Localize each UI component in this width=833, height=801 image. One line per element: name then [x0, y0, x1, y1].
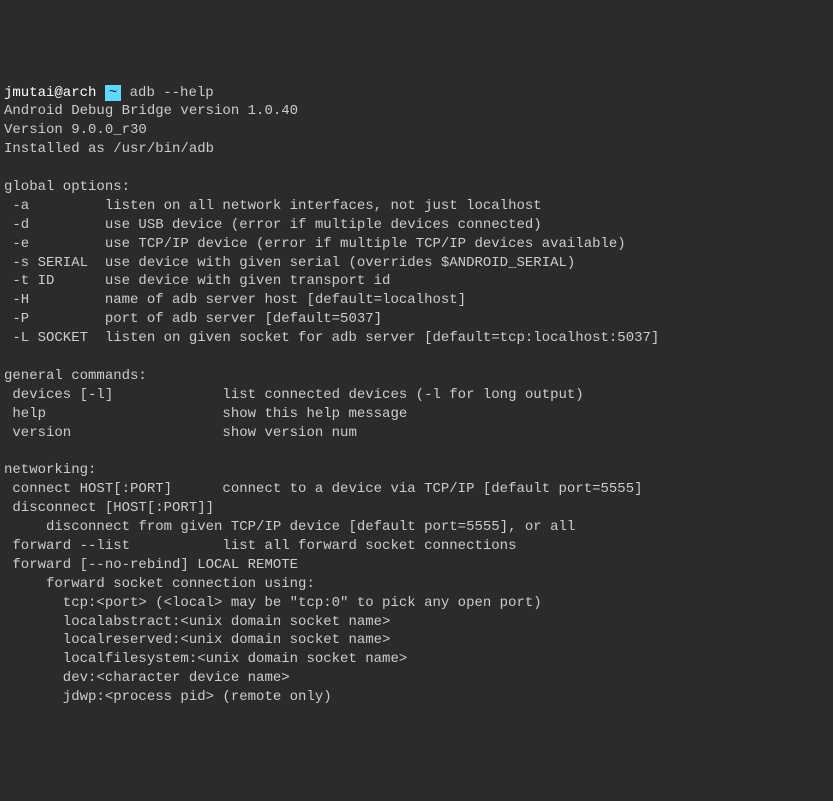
output-line: jdwp:<process pid> (remote only): [4, 688, 829, 707]
output-line: Installed as /usr/bin/adb: [4, 140, 829, 159]
output-line: localfilesystem:<unix domain socket name…: [4, 650, 829, 669]
output-line: -e use TCP/IP device (error if multiple …: [4, 235, 829, 254]
output-line: disconnect from given TCP/IP device [def…: [4, 518, 829, 537]
output-line: forward [--no-rebind] LOCAL REMOTE: [4, 556, 829, 575]
prompt-tilde: ~: [105, 85, 121, 101]
output-line: -s SERIAL use device with given serial (…: [4, 254, 829, 273]
output-line: -a listen on all network interfaces, not…: [4, 197, 829, 216]
output-line: -t ID use device with given transport id: [4, 272, 829, 291]
command-text: adb --help: [130, 85, 214, 101]
output-line: -H name of adb server host [default=loca…: [4, 291, 829, 310]
output-line: -L SOCKET listen on given socket for adb…: [4, 329, 829, 348]
output-line: global options:: [4, 178, 829, 197]
output-line: devices [-l] list connected devices (-l …: [4, 386, 829, 405]
output-line: forward --list list all forward socket c…: [4, 537, 829, 556]
output-line: -d use USB device (error if multiple dev…: [4, 216, 829, 235]
output-line: help show this help message: [4, 405, 829, 424]
output-line: -P port of adb server [default=5037]: [4, 310, 829, 329]
output-line: connect HOST[:PORT] connect to a device …: [4, 480, 829, 499]
output-line: localreserved:<unix domain socket name>: [4, 631, 829, 650]
output-line: disconnect [HOST[:PORT]]: [4, 499, 829, 518]
output-line: Android Debug Bridge version 1.0.40: [4, 102, 829, 121]
output-line: forward socket connection using:: [4, 575, 829, 594]
output-lines: Android Debug Bridge version 1.0.40Versi…: [4, 102, 829, 707]
output-line: dev:<character device name>: [4, 669, 829, 688]
output-line: [4, 159, 829, 178]
output-line: networking:: [4, 461, 829, 480]
output-line: general commands:: [4, 367, 829, 386]
prompt-user: jmutai@arch: [4, 85, 96, 101]
output-line: [4, 442, 829, 461]
output-line: version show version num: [4, 424, 829, 443]
output-line: Version 9.0.0_r30: [4, 121, 829, 140]
output-line: [4, 348, 829, 367]
terminal-output[interactable]: jmutai@arch ~ adb --helpAndroid Debug Br…: [4, 84, 829, 707]
prompt-line: jmutai@arch ~ adb --help: [4, 84, 829, 103]
output-line: localabstract:<unix domain socket name>: [4, 613, 829, 632]
